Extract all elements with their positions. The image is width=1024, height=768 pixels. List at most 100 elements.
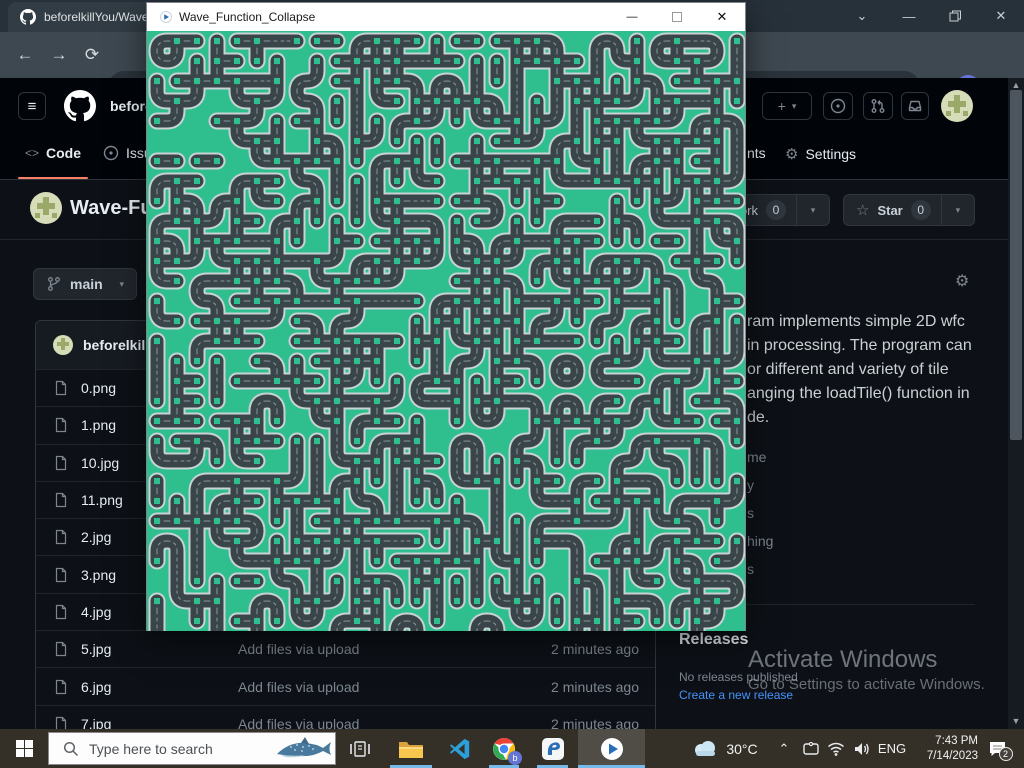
branch-selector[interactable]: main ▾ <box>33 268 137 300</box>
processing-ide-button[interactable] <box>537 729 568 768</box>
file-name[interactable]: 1.png <box>81 417 116 433</box>
table-row[interactable]: 7.jpg Add files via upload 2 minutes ago <box>36 705 655 729</box>
file-name[interactable]: 5.jpg <box>81 641 111 657</box>
taskbar-search[interactable]: Type here to search <box>48 732 336 765</box>
weather-temperature[interactable]: 30°C <box>722 729 762 768</box>
forward-icon[interactable]: → <box>44 32 74 78</box>
file-name[interactable]: 10.jpg <box>81 455 119 471</box>
volume-icon[interactable] <box>849 729 875 768</box>
wifi-icon[interactable] <box>824 729 848 768</box>
commit-time: 2 minutes ago <box>551 716 639 729</box>
file-icon <box>53 604 69 620</box>
language-indicator[interactable]: ENG <box>875 729 909 768</box>
issues-icon <box>103 145 119 161</box>
releases-heading: Releases <box>679 631 748 649</box>
scroll-up-icon[interactable]: ▲ <box>1008 80 1024 90</box>
page-scrollbar[interactable]: ▲ ▼ <box>1008 78 1024 729</box>
chevron-down-icon: ▾ <box>792 101 797 112</box>
file-name[interactable]: 2.jpg <box>81 529 111 545</box>
inbox-icon[interactable] <box>901 92 929 120</box>
file-name[interactable]: 0.png <box>81 380 116 396</box>
table-row[interactable]: 6.jpg Add files via upload 2 minutes ago <box>36 667 655 704</box>
fork-chevron-icon[interactable]: ▾ <box>811 205 816 216</box>
back-icon[interactable]: ← <box>10 32 40 78</box>
table-row[interactable]: 5.jpg Add files via upload 2 minutes ago <box>36 630 655 667</box>
whale-shark-image <box>271 734 333 764</box>
code-icon: <> <box>25 146 39 160</box>
tab-settings[interactable]: ⚙ Settings <box>785 145 856 163</box>
wfc-taskbar-button[interactable] <box>578 729 645 768</box>
plus-icon: + <box>778 98 786 114</box>
star-button[interactable]: ☆ Star 0 ▾ <box>843 194 975 226</box>
fork-count-badge: 0 <box>766 200 786 220</box>
browser-close-button[interactable]: ✕ <box>984 0 1018 32</box>
about-readme-fragment[interactable]: me <box>747 449 766 465</box>
browser-restore-button[interactable] <box>938 0 972 32</box>
activate-windows-watermark: Activate Windows <box>748 646 937 674</box>
create-new-button[interactable]: +▾ <box>762 92 812 120</box>
windows-logo-icon <box>16 740 33 757</box>
file-name[interactable]: 6.jpg <box>81 679 111 695</box>
file-icon <box>53 716 69 729</box>
about-description-line: in processing. The program can <box>747 337 972 355</box>
star-chevron-icon[interactable]: ▾ <box>956 205 961 216</box>
activate-windows-subtext: Go to Settings to activate Windows. <box>748 676 985 693</box>
about-activity-fragment[interactable]: y <box>747 477 754 493</box>
file-name[interactable]: 7.jpg <box>81 716 111 729</box>
file-icon <box>53 679 69 695</box>
tab-code[interactable]: <> Code <box>25 145 81 161</box>
commit-time: 2 minutes ago <box>551 679 639 695</box>
chrome-button[interactable]: b <box>489 729 519 768</box>
wfc-app-window[interactable]: Wave_Function_Collapse — ✕ <box>146 2 746 631</box>
hamburger-menu-icon[interactable]: ≡ <box>18 92 46 120</box>
branch-icon <box>46 276 62 292</box>
clock-time: 7:43 PM <box>935 734 978 749</box>
about-description-line: ram implements simple 2D wfc <box>747 313 965 331</box>
file-icon <box>53 529 69 545</box>
browser-minimize-button[interactable]: — <box>892 0 926 32</box>
github-logo-icon[interactable] <box>64 90 96 122</box>
start-button[interactable] <box>0 729 48 768</box>
commit-message[interactable]: Add files via upload <box>238 641 359 657</box>
tab-insights-fragment[interactable]: nts <box>747 145 766 161</box>
reload-icon[interactable]: ⟳ <box>77 32 107 78</box>
commit-message[interactable]: Add files via upload <box>238 679 359 695</box>
task-view-icon <box>350 740 370 758</box>
commit-message[interactable]: Add files via upload <box>238 716 359 729</box>
wfc-close-button[interactable]: ✕ <box>705 3 739 31</box>
about-forks-fragment[interactable]: s <box>747 561 754 577</box>
wfc-titlebar[interactable]: Wave_Function_Collapse — ✕ <box>147 3 745 31</box>
tab-search-chevron-icon[interactable]: ⌄ <box>845 0 879 32</box>
file-name[interactable]: 4.jpg <box>81 604 111 620</box>
issues-header-icon[interactable] <box>823 92 853 120</box>
file-icon <box>53 380 69 396</box>
pull-requests-header-icon[interactable] <box>863 92 893 120</box>
star-icon: ☆ <box>856 201 869 219</box>
notification-count-badge: 2 <box>999 747 1013 761</box>
taskbar: Type here to search b <box>0 729 1024 768</box>
tray-expand-chevron-icon[interactable]: ⌃ <box>774 729 794 768</box>
about-gear-icon[interactable]: ⚙ <box>955 271 969 291</box>
task-view-button[interactable] <box>346 729 374 768</box>
wfc-minimize-button[interactable]: — <box>615 3 649 31</box>
file-name[interactable]: 11.png <box>81 492 123 508</box>
taskbar-clock[interactable]: 7:43 PM 7/14/2023 <box>908 729 978 768</box>
commit-author-avatar[interactable] <box>53 335 73 355</box>
commit-time: 2 minutes ago <box>551 641 639 657</box>
user-avatar[interactable] <box>941 90 973 122</box>
wfc-maximize-button[interactable] <box>660 3 694 31</box>
weather-icon[interactable] <box>688 729 722 768</box>
notification-center-button[interactable]: 2 <box>982 729 1012 768</box>
search-icon <box>63 741 79 757</box>
file-name[interactable]: 3.png <box>81 567 116 583</box>
file-explorer-button[interactable] <box>390 729 432 768</box>
about-stars-fragment[interactable]: s <box>747 505 754 521</box>
about-description-line: de. <box>747 409 769 427</box>
about-watching-fragment[interactable]: hing <box>747 533 773 549</box>
scrollbar-thumb[interactable] <box>1010 90 1022 440</box>
clock-date: 7/14/2023 <box>927 749 978 764</box>
vscode-button[interactable] <box>440 729 480 768</box>
github-favicon-icon <box>20 9 36 25</box>
scroll-down-icon[interactable]: ▼ <box>1008 716 1024 726</box>
tray-display-icon[interactable] <box>799 729 823 768</box>
